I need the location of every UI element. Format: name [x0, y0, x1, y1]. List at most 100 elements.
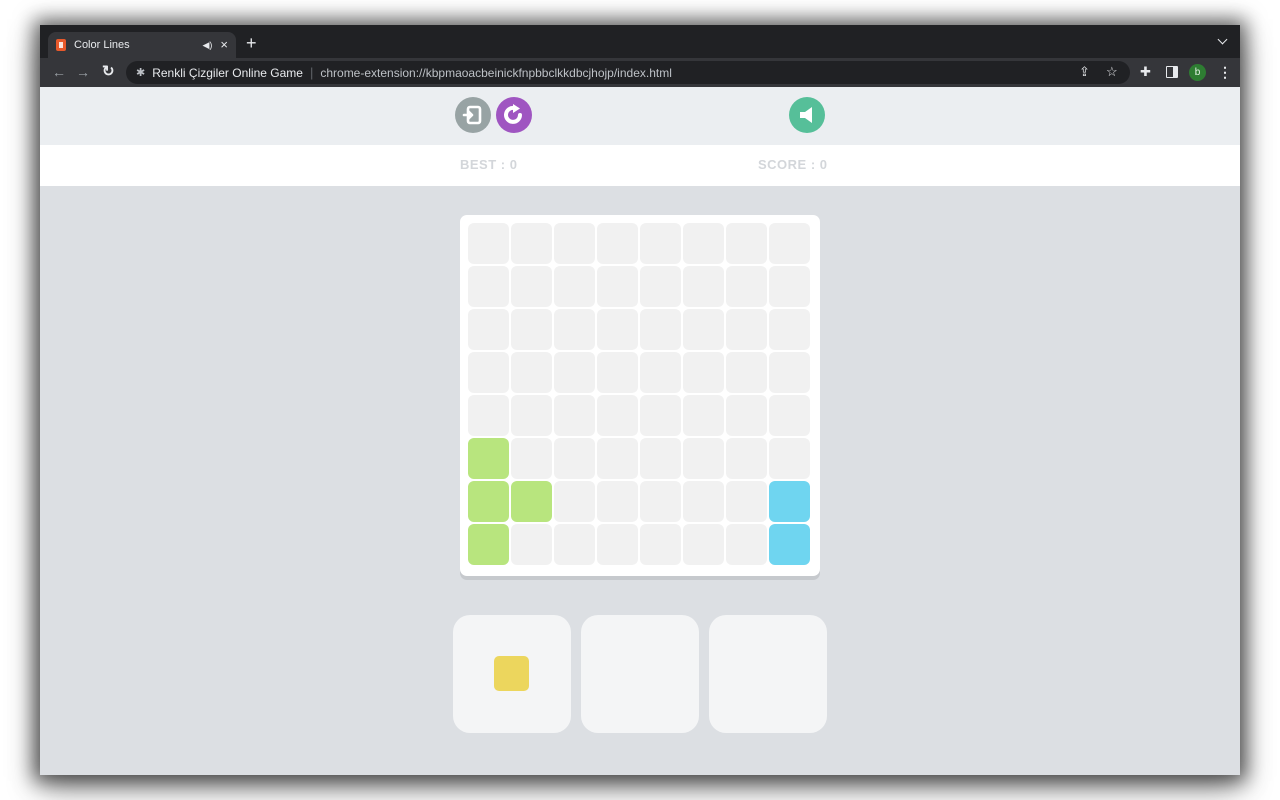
board-cell-empty[interactable] [726, 223, 767, 264]
forward-arrow-icon[interactable]: → [76, 63, 90, 81]
piece-tray-3[interactable] [709, 615, 827, 733]
board-cell-empty[interactable] [468, 309, 509, 350]
board-cell-green[interactable] [468, 438, 509, 479]
board-cell-empty[interactable] [468, 223, 509, 264]
piece-tray-2[interactable] [581, 615, 699, 733]
board-cell-empty[interactable] [640, 352, 681, 393]
board-cell-empty[interactable] [511, 223, 552, 264]
profile-avatar[interactable]: b [1189, 64, 1206, 81]
exit-icon [462, 105, 482, 125]
tab-close-button[interactable]: × [220, 38, 228, 51]
puzzle-piece-icon: ✱ [136, 67, 146, 79]
board-cell-empty[interactable] [726, 266, 767, 307]
exit-button[interactable] [455, 97, 491, 133]
board-cell-empty[interactable] [597, 309, 638, 350]
board-cell-empty[interactable] [726, 438, 767, 479]
board-cell-empty[interactable] [511, 266, 552, 307]
yellow-piece-block[interactable] [494, 656, 529, 691]
board-cell-empty[interactable] [726, 395, 767, 436]
board-cell-empty[interactable] [769, 223, 810, 264]
browser-toolbar: ← → ↻ ✱ Renkli Çizgiler Online Game | ch… [40, 58, 1240, 87]
board-cell-empty[interactable] [468, 352, 509, 393]
board-cell-empty[interactable] [683, 266, 724, 307]
board-cell-empty[interactable] [769, 438, 810, 479]
share-icon[interactable]: ⇪ [1079, 64, 1090, 80]
board-cell-green[interactable] [511, 481, 552, 522]
new-tab-button[interactable]: + [246, 34, 257, 52]
board-cell-empty[interactable] [597, 524, 638, 565]
board-cell-empty[interactable] [640, 524, 681, 565]
board-cell-empty[interactable] [554, 352, 595, 393]
board-cell-empty[interactable] [683, 309, 724, 350]
board-cell-empty[interactable] [640, 395, 681, 436]
board-cell-empty[interactable] [769, 352, 810, 393]
board-cell-empty[interactable] [640, 309, 681, 350]
board-cell-empty[interactable] [683, 481, 724, 522]
board-cell-empty[interactable] [683, 223, 724, 264]
score-bar [40, 145, 1240, 186]
board-cell-empty[interactable] [683, 524, 724, 565]
menu-kebab-icon[interactable]: ⋮ [1218, 63, 1232, 81]
current-score: SCORE : 0 [758, 157, 828, 172]
piece-tray-1[interactable] [453, 615, 571, 733]
board-cell-empty[interactable] [726, 352, 767, 393]
board-cell-empty[interactable] [511, 438, 552, 479]
site-name: Renkli Çizgiler Online Game [152, 65, 303, 80]
board-cell-empty[interactable] [769, 395, 810, 436]
tab-search-chevron-icon[interactable] [1217, 34, 1228, 45]
board-cell-empty[interactable] [597, 438, 638, 479]
sound-button[interactable] [789, 97, 825, 133]
board-cell-empty[interactable] [683, 438, 724, 479]
board-cell-empty[interactable] [554, 438, 595, 479]
board-cell-empty[interactable] [511, 352, 552, 393]
bookmark-star-icon[interactable]: ☆ [1106, 64, 1118, 80]
board-cell-blue[interactable] [769, 524, 810, 565]
board-cell-empty[interactable] [683, 395, 724, 436]
tab-title: Color Lines [74, 39, 130, 51]
board-cell-empty[interactable] [554, 266, 595, 307]
board-cell-empty[interactable] [597, 223, 638, 264]
board-cell-empty[interactable] [640, 438, 681, 479]
restart-icon [504, 104, 522, 124]
board-cell-empty[interactable] [468, 395, 509, 436]
board-cell-green[interactable] [468, 524, 509, 565]
tab-color-lines[interactable]: Color Lines ◀) × [48, 32, 236, 58]
board-cell-empty[interactable] [769, 266, 810, 307]
board-cell-empty[interactable] [726, 309, 767, 350]
browser-window: Color Lines ◀) × + ← → ↻ ✱ Renkli Çizgil… [40, 25, 1240, 775]
board-cell-blue[interactable] [769, 481, 810, 522]
board-cell-empty[interactable] [640, 481, 681, 522]
board-cell-empty[interactable] [554, 481, 595, 522]
board-cell-empty[interactable] [554, 395, 595, 436]
board-cell-empty[interactable] [511, 524, 552, 565]
board-cell-empty[interactable] [726, 481, 767, 522]
board-cell-empty[interactable] [726, 524, 767, 565]
board-cell-empty[interactable] [597, 395, 638, 436]
reload-icon[interactable]: ↻ [102, 63, 115, 81]
best-score: BEST : 0 [460, 157, 518, 172]
board-cell-empty[interactable] [769, 309, 810, 350]
side-panel-icon[interactable] [1166, 66, 1178, 78]
tab-strip: Color Lines ◀) × + [40, 25, 1240, 58]
board-grid [468, 223, 812, 567]
board-cell-green[interactable] [468, 481, 509, 522]
board-cell-empty[interactable] [468, 266, 509, 307]
board-cell-empty[interactable] [554, 524, 595, 565]
board-cell-empty[interactable] [511, 309, 552, 350]
sound-icon [800, 107, 812, 123]
board-cell-empty[interactable] [640, 223, 681, 264]
extensions-puzzle-icon[interactable]: ✚ [1140, 64, 1151, 80]
restart-button[interactable] [496, 97, 532, 133]
address-bar[interactable]: ✱ Renkli Çizgiler Online Game | chrome-e… [126, 61, 1130, 84]
board-cell-empty[interactable] [683, 352, 724, 393]
board-cell-empty[interactable] [511, 395, 552, 436]
board-cell-empty[interactable] [554, 223, 595, 264]
board-cell-empty[interactable] [554, 309, 595, 350]
url-text[interactable]: chrome-extension://kbpmaoacbeinickfnpbbc… [320, 66, 672, 80]
board-cell-empty[interactable] [597, 352, 638, 393]
back-arrow-icon[interactable]: ← [52, 63, 66, 81]
board-cell-empty[interactable] [597, 266, 638, 307]
board-cell-empty[interactable] [640, 266, 681, 307]
speaker-icon[interactable]: ◀) [202, 40, 212, 51]
board-cell-empty[interactable] [597, 481, 638, 522]
